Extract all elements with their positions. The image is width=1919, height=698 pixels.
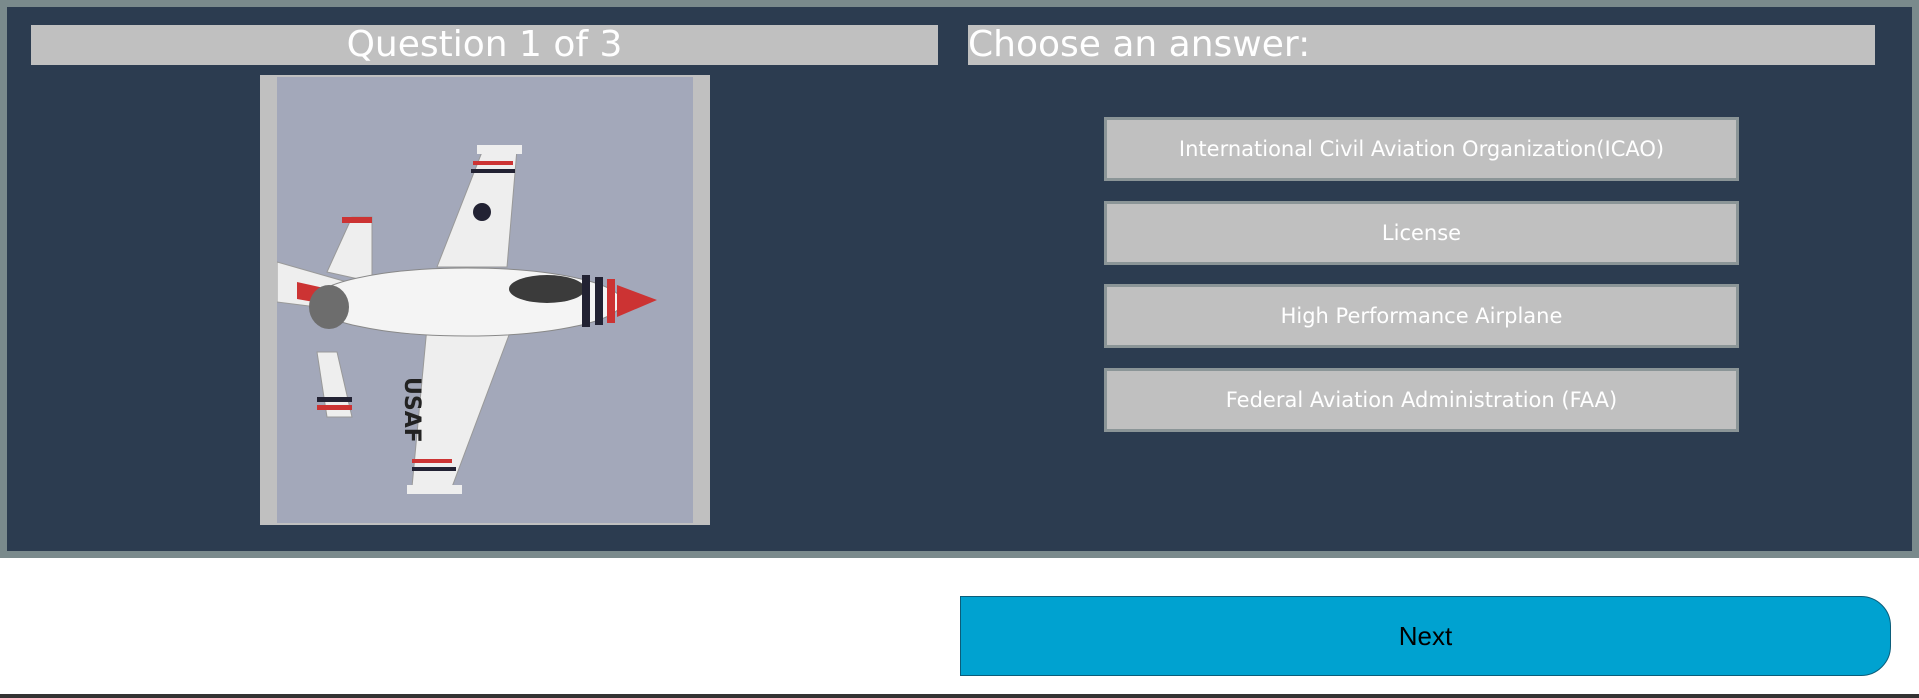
answer-option-faa[interactable]: Federal Aviation Administration (FAA) xyxy=(1104,368,1739,432)
answer-option-high-performance-airplane[interactable]: High Performance Airplane xyxy=(1104,284,1739,348)
next-button[interactable]: Next xyxy=(960,596,1891,676)
fuselage-text: USAF xyxy=(399,377,424,443)
fighter-jet-image: USAF xyxy=(277,77,693,523)
answer-heading: Choose an answer: xyxy=(968,25,1875,65)
answer-option-license[interactable]: License xyxy=(1104,201,1739,265)
answer-option-icao[interactable]: International Civil Aviation Organizatio… xyxy=(1104,117,1739,181)
question-image: USAF xyxy=(260,75,710,525)
question-counter: Question 1 of 3 xyxy=(31,25,938,65)
bottom-divider xyxy=(0,694,1919,698)
